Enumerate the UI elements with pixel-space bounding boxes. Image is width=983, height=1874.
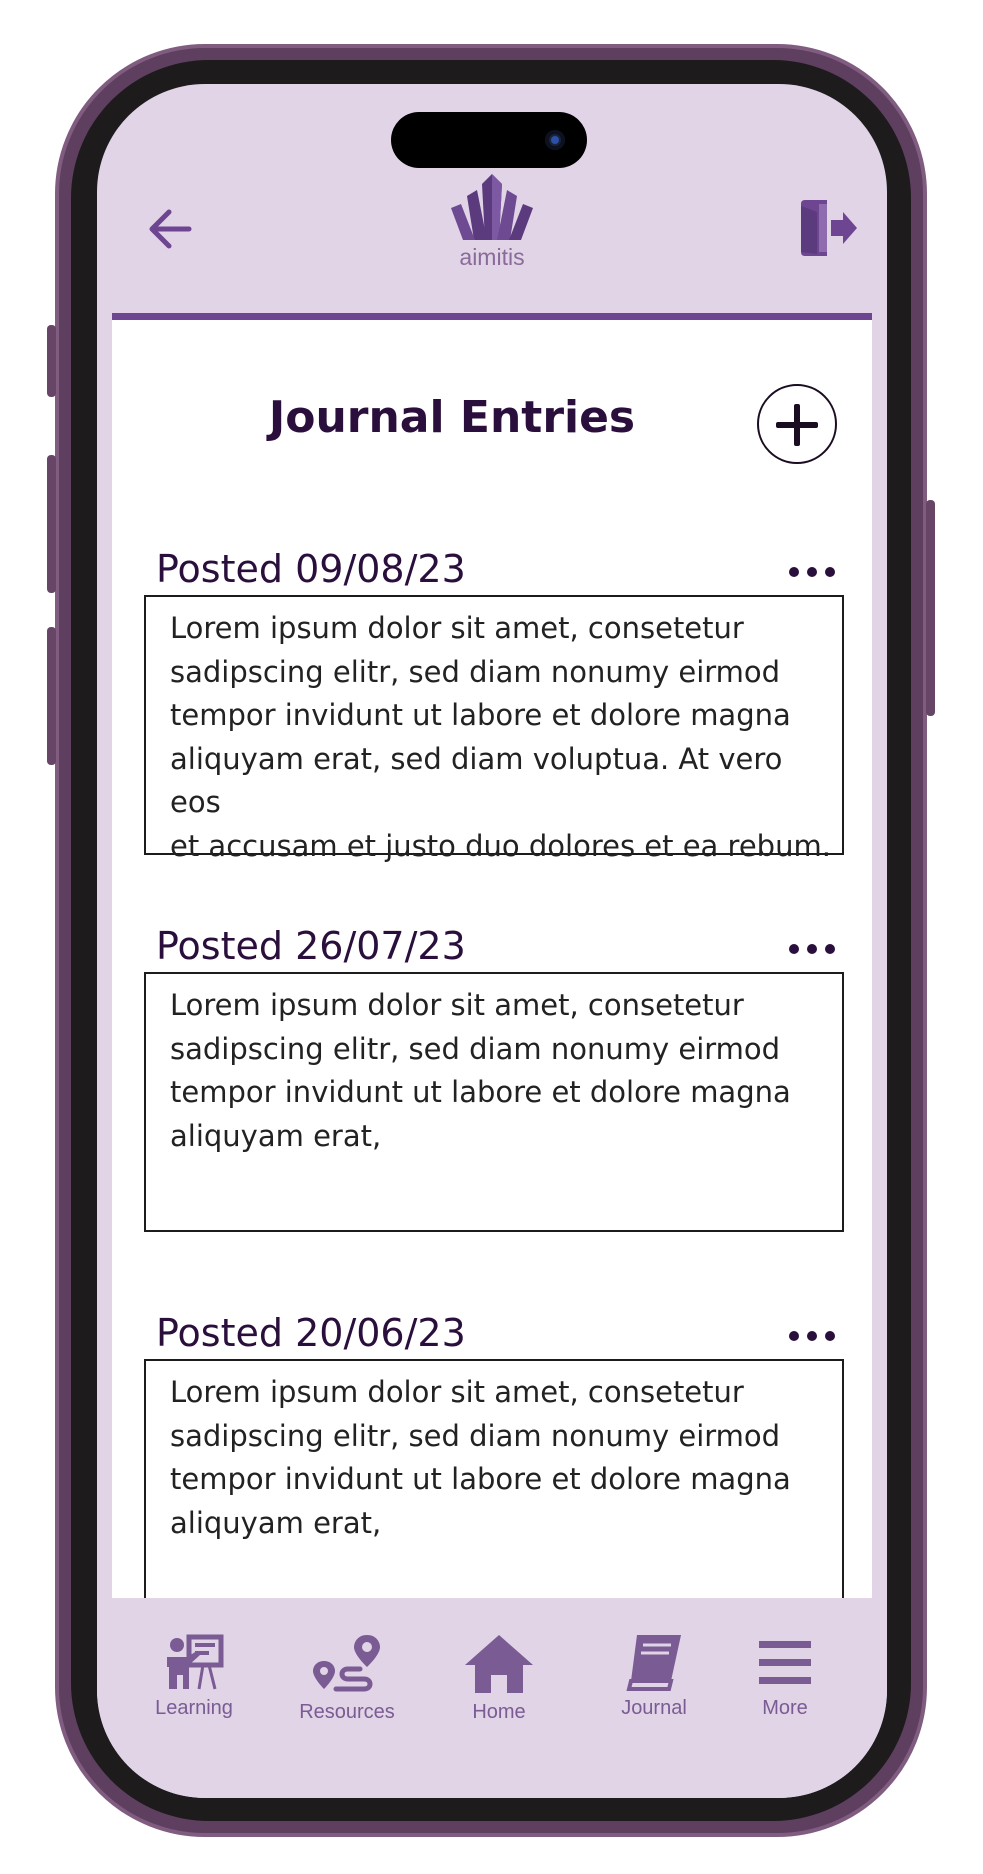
nav-label-resources: Resources [299, 1701, 395, 1723]
entry-menu-button[interactable] [789, 1326, 835, 1346]
nav-item-journal[interactable]: Journal [599, 1633, 709, 1720]
entry-text: Lorem ipsum dolor sit amet, consetetur s… [170, 1375, 791, 1540]
nav-item-more[interactable]: More [730, 1633, 840, 1720]
volume-down-button [47, 627, 56, 765]
app-logo: aimitis [447, 174, 537, 270]
entry-text: Lorem ipsum dolor sit amet, consetetur s… [170, 611, 831, 863]
more-dots-icon [789, 944, 799, 954]
camera-icon [545, 130, 565, 150]
route-map-icon [313, 1635, 380, 1692]
entry-menu-button[interactable] [789, 939, 835, 959]
logout-door-icon [801, 200, 857, 256]
entry-date: Posted 26/07/23 [156, 924, 466, 968]
entry-text-box[interactable]: Lorem ipsum dolor sit amet, consetetur s… [144, 972, 844, 1232]
arrow-left-icon [149, 209, 192, 249]
hamburger-menu-icon [759, 1641, 811, 1684]
logout-button[interactable] [797, 198, 859, 258]
volume-up-button [47, 455, 56, 593]
screen: aimitis Journal Entries Posted 09/08/23 … [97, 84, 887, 1798]
back-button[interactable] [147, 206, 193, 252]
page-title: Journal Entries [268, 392, 636, 443]
entry-text-box[interactable]: Lorem ipsum dolor sit amet, consetetur s… [144, 595, 844, 863]
crystal-logo-icon [451, 174, 533, 240]
dynamic-island [391, 112, 587, 168]
nav-item-home[interactable]: Home [444, 1633, 554, 1724]
nav-label-learning: Learning [155, 1697, 233, 1719]
learning-presenter-icon [167, 1634, 224, 1690]
entry-date: Posted 20/06/23 [156, 1311, 466, 1355]
mute-switch [47, 325, 56, 397]
more-dots-icon [789, 1331, 799, 1341]
nav-label-more: More [762, 1697, 808, 1719]
home-icon [465, 1635, 533, 1693]
entry-date: Posted 09/08/23 [156, 547, 466, 591]
nav-label-home: Home [472, 1701, 526, 1723]
more-dots-icon [789, 567, 799, 577]
entry-text-box[interactable]: Lorem ipsum dolor sit amet, consetetur s… [144, 1359, 844, 1605]
power-button [926, 500, 935, 716]
entry-text: Lorem ipsum dolor sit amet, consetetur s… [170, 988, 791, 1153]
entry-menu-button[interactable] [789, 562, 835, 582]
nav-label-journal: Journal [621, 1697, 687, 1719]
main-content: Journal Entries Posted 09/08/23 Lorem ip… [112, 313, 872, 1605]
book-icon [626, 1635, 681, 1691]
nav-item-resources[interactable]: Resources [287, 1633, 407, 1724]
logo-text: aimitis [459, 244, 525, 270]
bottom-nav: Learning Resources Home Journal More [97, 1598, 887, 1798]
nav-item-learning[interactable]: Learning [139, 1633, 249, 1720]
add-entry-button[interactable] [757, 384, 837, 464]
